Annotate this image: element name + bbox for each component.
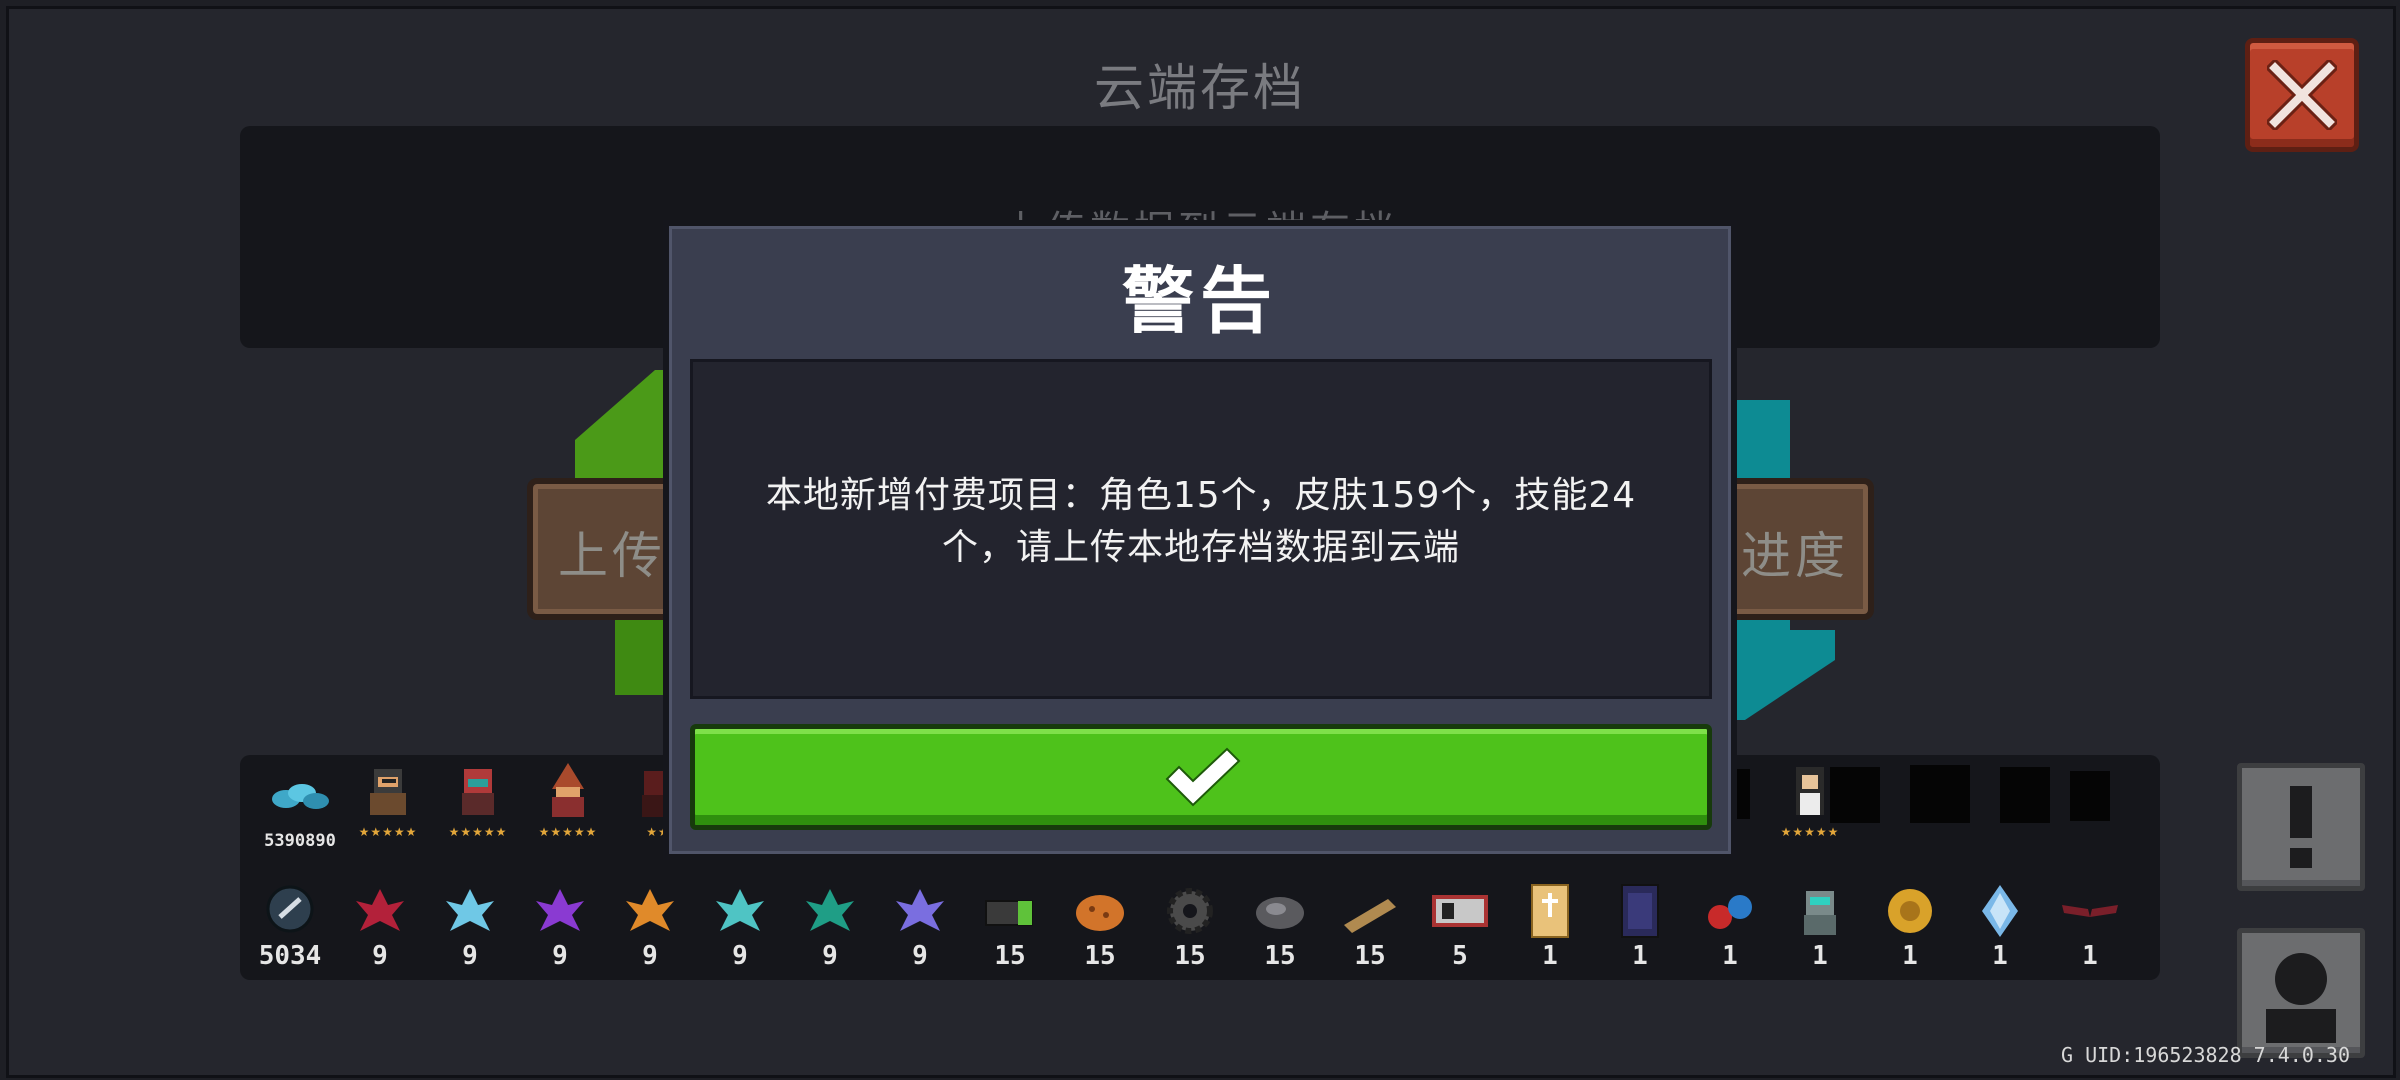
dialog-message: 本地新增付费项目：角色15个，皮肤159个，技能24个，请上传本地存档数据到云端 [765,475,1637,568]
material-slot[interactable]: 9 [610,875,690,975]
material-slot[interactable]: 5 [1420,875,1500,975]
battery-icon [985,900,1033,926]
material-count: 9 [462,941,478,971]
material-count: 15 [1354,941,1386,971]
cookie-icon [1076,895,1124,931]
screen-title: 云端存档 [1094,59,1306,117]
material-count: 15 [1084,941,1116,971]
hero-rating: ★★★★★ [538,825,598,839]
alert-button[interactable] [2237,763,2365,891]
blue-diamond-icon [1982,885,2018,937]
material-count: 9 [372,941,388,971]
dialog-title: 警告 [1121,259,1278,343]
material-slot[interactable]: 9 [340,875,420,975]
person-icon [2266,953,2336,1043]
material-slot[interactable]: 15 [1240,875,1320,975]
material-count: 9 [732,941,748,971]
upload-button-label: 上传 [558,527,666,585]
material-count: 1 [1992,941,2008,971]
close-icon [2267,60,2337,130]
violet-crystal-icon [896,889,944,931]
robot-icon [1804,891,1836,935]
currency-slot: 5390890 [260,755,340,855]
material-slot[interactable]: 1 [1960,875,2040,975]
exclamation-icon [2290,786,2312,868]
cyan-crystal-icon [716,889,764,931]
material-count: 1 [1542,941,1558,971]
confirm-button[interactable] [690,724,1712,830]
material-slot[interactable]: 15 [970,875,1050,975]
material-count: 1 [1812,941,1828,971]
material-slot[interactable]: 5034 [250,875,330,975]
material-slot[interactable]: 15 [1060,875,1140,975]
material-slot[interactable]: 15 [1330,875,1410,975]
locked-heroes-silhouettes [1710,765,2110,823]
materials-row: 5034 9 9 9 9 9 9 9 15 15 15 15 15 5 1 1 … [240,875,2160,975]
material-count: 1 [2082,941,2098,971]
material-count: 1 [1722,941,1738,971]
dialog-body: 本地新增付费项目：角色15个，皮肤159个，技能24个，请上传本地存档数据到云端 [690,359,1712,699]
plank-icon [1344,899,1396,933]
purple-crystal-icon [536,889,584,931]
material-count: 9 [552,941,568,971]
teal-crystal-icon [806,889,854,931]
feather-coin-icon [266,885,314,933]
material-slot[interactable]: 1 [1690,875,1770,975]
gear-icon [1167,888,1213,934]
character-slot[interactable]: ★★★★★ [348,755,428,855]
material-slot[interactable]: 9 [520,875,600,975]
material-slot[interactable]: 1 [2050,875,2130,975]
material-count: 5 [1452,941,1468,971]
profile-button[interactable] [2237,928,2365,1058]
hero-rating: ★★★★★ [358,825,418,839]
potion-icon [1708,895,1752,929]
wizard-hero-icon [552,763,584,817]
warning-dialog: 警告 本地新增付费项目：角色15个，皮肤159个，技能24个，请上传本地存档数据… [663,220,1737,860]
material-slot[interactable]: 9 [880,875,960,975]
material-slot[interactable]: 9 [700,875,780,975]
material-count: 9 [822,941,838,971]
user-id-version: G UID:196523828 7.4.0.30 [2061,1043,2350,1067]
gem-stack-icon [272,784,329,809]
ore-icon [1256,897,1304,929]
material-slot[interactable]: 1 [1780,875,1860,975]
orange-crystal-icon [626,889,674,931]
currency-count: 5390890 [264,831,336,851]
material-count: 1 [1902,941,1918,971]
material-count: 5034 [258,941,322,971]
material-slot[interactable]: 1 [1870,875,1950,975]
red-crystal-icon [356,889,404,931]
knight-hero-icon [370,769,406,815]
material-slot[interactable]: 1 [1600,875,1680,975]
material-slot[interactable]: 9 [790,875,870,975]
material-count: 9 [642,941,658,971]
material-count: 9 [912,941,928,971]
character-slot[interactable]: ★★★★★ [528,755,608,855]
material-slot[interactable]: 9 [430,875,510,975]
close-button[interactable] [2245,38,2359,152]
material-slot[interactable]: 1 [1510,875,1590,975]
material-count: 15 [994,941,1026,971]
assassin-hero-icon [462,769,494,815]
material-slot[interactable]: 15 [1150,875,1230,975]
character-slot[interactable]: ★★★★★ [438,755,518,855]
red-wings-icon [2062,905,2118,917]
circuit-board-icon [1432,895,1488,927]
material-count: 1 [1632,941,1648,971]
blue-crystal-icon [446,889,494,931]
gold-rune-icon [1888,889,1932,933]
download-button-label: 进度 [1741,527,1849,585]
checkmark-icon [1165,747,1241,807]
material-count: 15 [1174,941,1206,971]
hero-rating: ★★★★★ [448,825,508,839]
holy-book-icon [1531,884,1569,938]
dark-book-icon [1621,884,1659,938]
material-count: 15 [1264,941,1296,971]
